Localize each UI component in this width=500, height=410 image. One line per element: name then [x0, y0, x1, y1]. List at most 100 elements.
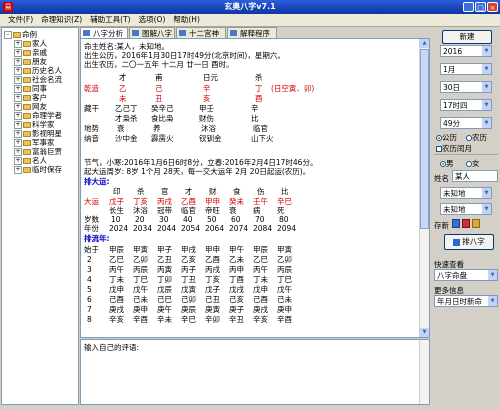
liunian-pillar: 辛巳: [181, 315, 196, 324]
row-label: 纳音: [84, 134, 99, 143]
tree-item[interactable]: + 社会名流: [14, 75, 62, 84]
tree-item-label: 名人: [32, 156, 47, 165]
menu-help[interactable]: 帮助(H): [169, 14, 204, 26]
new-button[interactable]: 新建: [442, 30, 492, 44]
paipan-button[interactable]: 排八字: [444, 234, 494, 250]
expand-icon[interactable]: +: [14, 94, 22, 102]
tab-bazi-analysis[interactable]: 八字分析: [80, 27, 128, 38]
tree-item[interactable]: + 科学家: [14, 120, 55, 129]
comment-scrollbar[interactable]: [419, 340, 429, 404]
expand-icon[interactable]: +: [14, 130, 22, 138]
radio-female[interactable]: 女: [466, 158, 480, 169]
more-info-select[interactable]: 年月日时新命 ▼: [434, 295, 498, 307]
folder-icon: [23, 59, 31, 65]
dropdown-arrow-icon: ▼: [482, 82, 491, 92]
radio-lunar[interactable]: 农历: [466, 132, 487, 143]
year-select[interactable]: 2016 ▼: [440, 45, 492, 57]
menu-file[interactable]: 文件(F): [4, 14, 37, 26]
liunian-pillar: 丁未: [253, 275, 268, 284]
folder-icon: [23, 86, 31, 92]
collapse-icon[interactable]: -: [4, 31, 12, 39]
menu-tools[interactable]: 辅助工具(T): [86, 14, 134, 26]
expand-icon[interactable]: +: [14, 121, 22, 129]
tree-item[interactable]: + 名人: [14, 156, 47, 165]
leap-month-checkbox[interactable]: 农历闰月: [436, 143, 472, 154]
tree-item[interactable]: + 家人: [14, 39, 47, 48]
liunian-pillar: 己卯: [181, 295, 196, 304]
tree-item[interactable]: + 网友: [14, 102, 47, 111]
scroll-thumb[interactable]: [420, 49, 429, 229]
row-label: 地势: [84, 124, 99, 133]
minimize-button[interactable]: _: [463, 2, 474, 12]
quick-view-select[interactable]: 八字命盘 ▼: [434, 269, 498, 281]
expand-icon[interactable]: +: [14, 103, 22, 111]
folder-icon: [23, 41, 31, 47]
tree-item[interactable]: + 客户: [14, 93, 47, 102]
radio-male[interactable]: 男: [440, 158, 454, 169]
tab-icon: [83, 30, 90, 36]
liunian-pillar: 庚寅: [205, 305, 220, 314]
expand-icon[interactable]: +: [14, 49, 22, 57]
tab-explanation[interactable]: 解释程序: [227, 27, 277, 38]
liunian-pillar: 己未: [133, 295, 148, 304]
tree-item[interactable]: + 历史名人: [14, 66, 62, 75]
void-note: (日空寅、卯): [271, 84, 315, 93]
liunian-pillar: 丁亥: [205, 275, 220, 284]
save-icon[interactable]: [452, 219, 460, 228]
life-stage: 临官: [253, 124, 268, 133]
dayun-heading: 排大运:: [84, 177, 110, 186]
earthly-branch: 酉: [255, 94, 263, 103]
tree-item[interactable]: - 命例: [4, 30, 37, 39]
content-scrollbar[interactable]: ▲ ▼: [419, 39, 429, 337]
expand-icon[interactable]: +: [14, 76, 22, 84]
ten-gods: 才枭杀: [115, 114, 138, 123]
tree-item[interactable]: + 命理学者: [14, 111, 62, 120]
tree-item[interactable]: + 朋友: [14, 57, 47, 66]
liunian-pillar: 乙巳: [253, 255, 268, 264]
tree-item[interactable]: + 军事家: [14, 138, 55, 147]
liunian-pillar: 戊申: [109, 285, 124, 294]
expand-icon[interactable]: +: [14, 139, 22, 147]
folder-icon[interactable]: [472, 219, 480, 228]
folder-icon: [23, 77, 31, 83]
scroll-down-arrow-icon[interactable]: ▼: [420, 328, 429, 337]
day-select[interactable]: 30日 ▼: [440, 81, 492, 93]
radio-solar[interactable]: 公历: [436, 132, 457, 143]
tree-item[interactable]: + 亲戚: [14, 48, 47, 57]
tab-illustrated-bazi[interactable]: 图解八字: [129, 27, 175, 38]
expand-icon[interactable]: +: [14, 148, 22, 156]
expand-icon[interactable]: +: [14, 67, 22, 75]
pillar-header: 甫: [155, 73, 163, 82]
comment-box[interactable]: 输入自己的评语:: [80, 339, 430, 405]
liunian-pillar: 辛酉: [277, 315, 292, 324]
tree-item[interactable]: + 富翁巨贾: [14, 147, 62, 156]
radio-dot-icon: [466, 135, 472, 141]
name-input[interactable]: 某人: [452, 170, 498, 182]
dayun-stage: 临官: [181, 206, 196, 215]
expand-icon[interactable]: +: [14, 166, 22, 174]
expand-icon[interactable]: +: [14, 40, 22, 48]
tab-twelve-palaces[interactable]: 十二宫神煞: [176, 27, 226, 49]
expand-icon[interactable]: +: [14, 157, 22, 165]
scroll-up-arrow-icon[interactable]: ▲: [420, 39, 429, 48]
month-select[interactable]: 1月 ▼: [440, 63, 492, 75]
expand-icon[interactable]: +: [14, 85, 22, 93]
menu-knowledge[interactable]: 命理知识(Z): [37, 14, 86, 26]
menu-options[interactable]: 选项(O): [135, 14, 170, 26]
hour-select[interactable]: 17时四 ▼: [440, 99, 492, 111]
expand-icon[interactable]: +: [14, 112, 22, 120]
expand-icon[interactable]: +: [14, 58, 22, 66]
close-button[interactable]: ×: [487, 2, 498, 12]
dayun-god: 印: [113, 187, 121, 196]
delete-icon[interactable]: [462, 219, 470, 228]
minute-select[interactable]: 49分 ▼: [440, 117, 492, 129]
tree-item[interactable]: + 影视明星: [14, 129, 62, 138]
maximize-button[interactable]: □: [475, 2, 486, 12]
grid-icon: [453, 238, 461, 246]
tree-item[interactable]: + 临时保存: [14, 165, 62, 174]
place-select-2[interactable]: 未知地 ▼: [440, 203, 492, 215]
place-select-1[interactable]: 未知地 ▼: [440, 187, 492, 199]
title-bar: 易 玄奥八字v7.1 _ □ ×: [0, 0, 500, 14]
heavenly-stem: 辛: [203, 84, 211, 93]
tree-item[interactable]: + 同事: [14, 84, 47, 93]
